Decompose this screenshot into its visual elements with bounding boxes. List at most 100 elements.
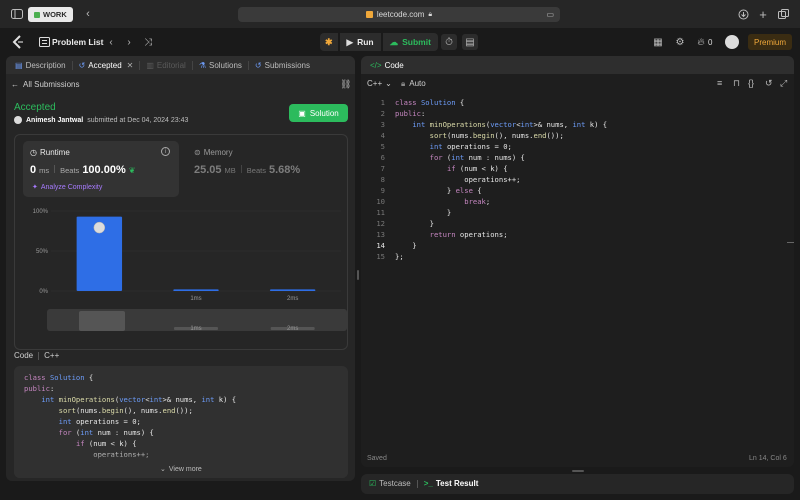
- range-tick-label: 2ms: [287, 326, 298, 332]
- preview-code-line: class Solution {: [24, 373, 94, 382]
- author-avatar: [14, 116, 22, 124]
- cursor-position: Ln 14, Col 6: [749, 455, 787, 462]
- new-tab-icon[interactable]: +: [756, 7, 770, 22]
- tab-editorial-label: Editorial: [156, 60, 186, 70]
- line-number: 13: [376, 230, 385, 239]
- expand-icon[interactable]: ⤢: [780, 78, 787, 89]
- download-icon[interactable]: [736, 7, 750, 21]
- next-problem-icon[interactable]: ›: [121, 34, 137, 50]
- tab-solutions-label: Solutions: [208, 60, 242, 70]
- view-more-button[interactable]: ⌄ View more: [160, 465, 202, 474]
- description-icon: ▤: [15, 60, 23, 70]
- tabs-overview-icon[interactable]: [776, 7, 790, 21]
- tab-solutions[interactable]: ⚗ Solutions: [196, 61, 245, 70]
- left-tab-bar: ▤ Description ↺ Accepted ✕ ▥ Editorial ⚗…: [6, 56, 355, 74]
- premium-button[interactable]: Premium: [748, 34, 793, 50]
- debug-button[interactable]: ✱: [320, 33, 338, 51]
- tab-editorial[interactable]: ▥ Editorial: [143, 61, 188, 70]
- bookmark-icon[interactable]: ⊓: [733, 78, 740, 89]
- horizontal-splitter[interactable]: [572, 470, 584, 472]
- code-line: break;: [464, 197, 491, 206]
- line-number: 14: [376, 241, 385, 250]
- notes-icon[interactable]: ▤: [462, 34, 478, 50]
- tab-submissions[interactable]: ↺ Submissions: [252, 61, 313, 70]
- tab-divider: [191, 60, 193, 70]
- author-name[interactable]: Animesh Jantwal: [26, 117, 83, 124]
- timer-icon[interactable]: ⏱: [441, 34, 457, 50]
- line-number: 3: [380, 120, 385, 129]
- reset-icon[interactable]: ↺: [765, 78, 773, 89]
- memory-unit: MB: [224, 166, 236, 175]
- memory-value: 25.05: [194, 164, 222, 176]
- checkbox-icon: ☑: [369, 479, 377, 488]
- user-avatar[interactable]: [725, 35, 739, 49]
- back-icon[interactable]: ‹: [81, 7, 95, 21]
- shuffle-icon[interactable]: ⤨: [140, 34, 156, 50]
- user-position-avatar: [93, 221, 106, 234]
- y-tick-label: 50%: [36, 249, 49, 255]
- header-divider: [38, 351, 40, 360]
- code-line: class Solution {: [395, 98, 465, 107]
- tab-testcase[interactable]: ☑ Testcase: [369, 479, 411, 488]
- lock-icon: 🔒︎: [428, 10, 433, 18]
- code-line: }: [395, 208, 452, 217]
- tab-test-result[interactable]: >_ Test Result: [424, 479, 479, 488]
- back-to-submissions[interactable]: ← All Submissions: [11, 80, 79, 89]
- problem-list-icon[interactable]: [36, 34, 52, 50]
- preview-code-line: for (int num : nums) {: [58, 428, 154, 437]
- line-number: 5: [380, 142, 385, 151]
- mode-select[interactable]: 🔒︎ Auto: [401, 79, 426, 89]
- code-line: }: [395, 241, 417, 250]
- site-favicon-icon: [365, 11, 373, 18]
- braces-icon[interactable]: {}: [748, 78, 754, 88]
- solution-button[interactable]: ▣ Solution: [289, 104, 348, 122]
- stat-divider: [54, 165, 56, 173]
- submit-button[interactable]: ☁ Submit: [382, 33, 438, 51]
- tab-code-label: Code: [384, 60, 404, 70]
- run-toolbar: ✱ ▶ Run ☁ Submit: [320, 33, 438, 51]
- link-icon[interactable]: ⛓: [340, 79, 351, 90]
- code-line: sort(nums.begin(), nums.end());: [429, 131, 564, 140]
- sidebar-toggle-icon[interactable]: [10, 7, 24, 21]
- run-button[interactable]: ▶ Run: [339, 33, 381, 51]
- prev-problem-icon[interactable]: ‹: [103, 34, 119, 50]
- layout-icon[interactable]: ▦: [650, 34, 666, 50]
- runtime-card[interactable]: ◷ Runtime i 0 ms Beats 100.00% ❦ ✦ Analy…: [23, 141, 179, 197]
- tab-divider: [139, 60, 141, 70]
- range-tick-label: 1ms: [190, 326, 201, 332]
- close-tab-icon[interactable]: ✕: [127, 61, 134, 70]
- arrow-left-icon: ←: [11, 80, 19, 89]
- submit-label: Submit: [402, 37, 431, 47]
- code-line: operations++;: [464, 175, 521, 184]
- info-icon[interactable]: i: [161, 147, 170, 156]
- cloud-upload-icon: ☁: [389, 36, 399, 47]
- reader-icon[interactable]: ▭: [546, 10, 554, 19]
- format-icon[interactable]: ≡: [717, 78, 722, 88]
- code-editor[interactable]: class Solution {public: int minOperation…: [395, 97, 785, 437]
- analyze-complexity-link[interactable]: ✦ Analyze Complexity: [32, 183, 102, 192]
- memory-card[interactable]: ⊜ Memory 25.05 MB Beats 5.68%: [191, 141, 341, 197]
- tab-description[interactable]: ▤ Description: [12, 61, 69, 70]
- stats-box: ◷ Runtime i 0 ms Beats 100.00% ❦ ✦ Analy…: [14, 134, 348, 350]
- runtime-beats-value: 100.00%: [82, 164, 126, 176]
- editorial-icon: ▥: [146, 60, 154, 70]
- y-tick-label: 0%: [39, 289, 48, 295]
- tab-code[interactable]: </> Code: [367, 61, 407, 70]
- url-bar[interactable]: leetcode.com 🔒︎ ▭: [238, 7, 560, 22]
- tab-accepted[interactable]: ↺ Accepted ✕: [76, 61, 137, 70]
- streak-fire-icon[interactable]: 🔥︎: [693, 34, 709, 50]
- tab-accepted-label: Accepted: [88, 60, 122, 70]
- tab-divider: [416, 479, 418, 488]
- problem-list-link[interactable]: Problem List: [52, 37, 103, 47]
- workspace-pill[interactable]: WORK: [28, 7, 73, 22]
- language-label: C++: [367, 79, 383, 88]
- leetcode-logo-icon[interactable]: [10, 34, 26, 50]
- settings-gear-icon[interactable]: ⚙: [672, 34, 688, 50]
- tab-description-label: Description: [25, 60, 66, 70]
- code-label: Code: [14, 351, 34, 360]
- x-tick-label: 2ms: [287, 296, 298, 302]
- test-result-label: Test Result: [435, 479, 479, 488]
- vertical-splitter[interactable]: [357, 270, 359, 280]
- solution-icon: ▣: [298, 108, 306, 118]
- language-select[interactable]: C++ ⌄: [367, 79, 392, 88]
